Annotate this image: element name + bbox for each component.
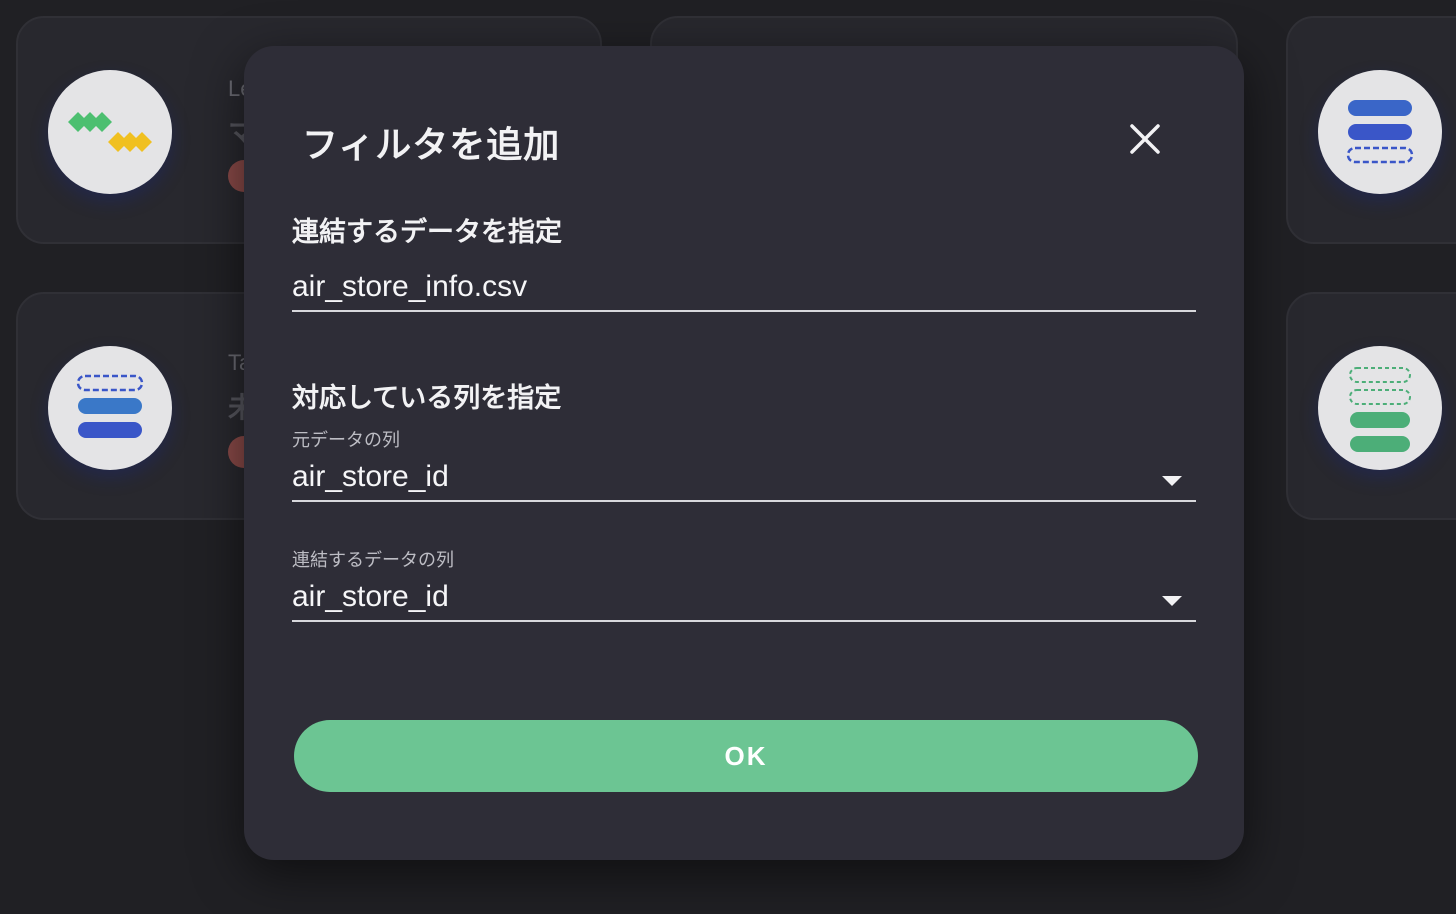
- background-card-5[interactable]: [1286, 292, 1456, 520]
- diamond-join-icon: [48, 70, 172, 194]
- background-card-4[interactable]: [1286, 16, 1456, 244]
- chevron-down-icon: [1162, 476, 1182, 486]
- dialog-title: フィルタを追加: [302, 125, 561, 166]
- join-data-file-value: air_store_info.csv: [292, 270, 528, 303]
- stacked-rows-icon: [48, 346, 172, 470]
- source-column-select[interactable]: air_store_id: [292, 452, 1196, 502]
- add-filter-dialog: フィルタを追加 連結するデータを指定 air_store_info.csv 対応…: [244, 46, 1244, 860]
- join-column-value: air_store_id: [292, 580, 449, 613]
- close-button[interactable]: [1120, 114, 1170, 164]
- join-data-file-field[interactable]: air_store_info.csv: [292, 262, 1196, 312]
- close-icon: [1130, 124, 1160, 154]
- ok-button[interactable]: OK: [294, 720, 1198, 792]
- join-column-select[interactable]: air_store_id: [292, 572, 1196, 622]
- source-column-label: 元データの列: [292, 430, 400, 451]
- chevron-down-icon: [1162, 596, 1182, 606]
- stacked-rows-top-dashed-icon: [1318, 70, 1442, 194]
- columns-heading: 対応している列を指定: [292, 383, 562, 414]
- join-data-heading: 連結するデータを指定: [292, 217, 562, 248]
- app-background: Le マ Ta 未 フィルタを追加 連結するデータを指定 air_store_i…: [0, 0, 1456, 914]
- stacked-rows-dashed-green-icon: [1318, 346, 1442, 470]
- join-column-label: 連結するデータの列: [292, 550, 454, 571]
- source-column-value: air_store_id: [292, 460, 449, 493]
